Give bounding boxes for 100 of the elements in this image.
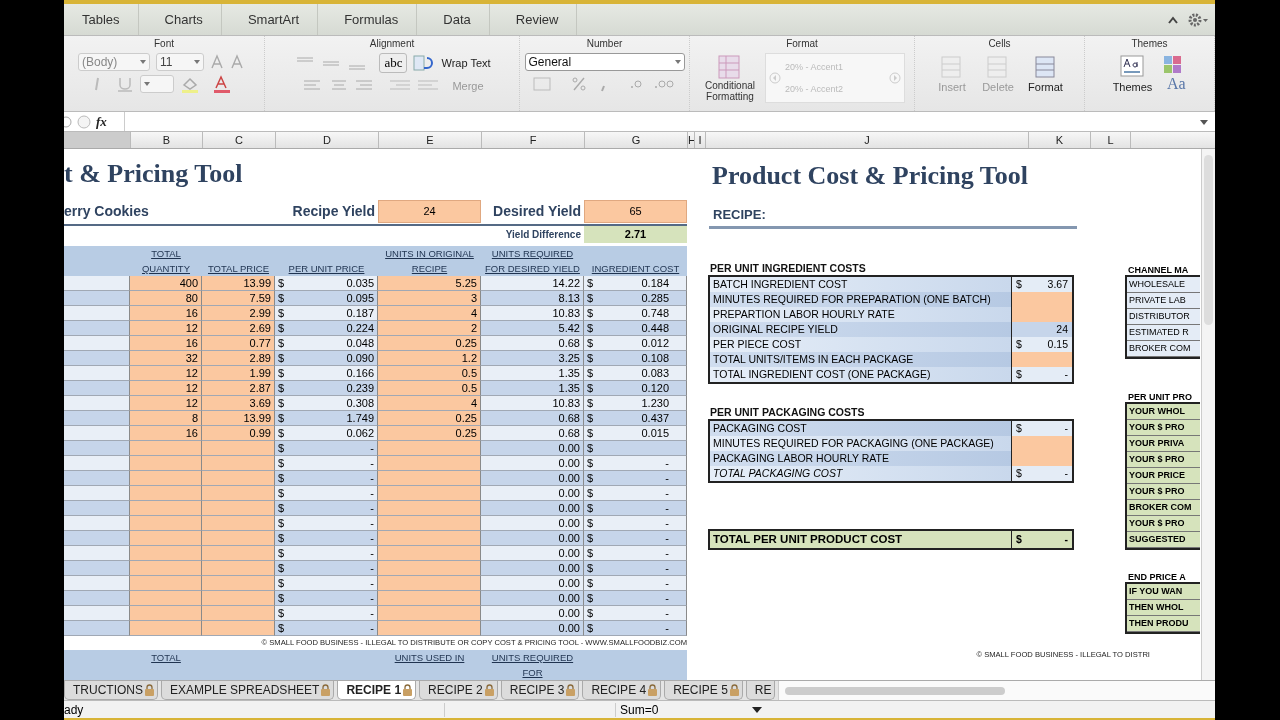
table-cell[interactable]: 5.25	[378, 276, 481, 291]
table-cell[interactable]: $ 0.448	[584, 321, 687, 336]
horizontal-scrollbar[interactable]	[777, 681, 1215, 700]
table-cell[interactable]: 0.68	[481, 411, 584, 426]
table-cell[interactable]	[64, 501, 130, 516]
table-cell[interactable]	[64, 411, 130, 426]
value-cell[interactable]: $ -	[1012, 531, 1072, 548]
table-cell[interactable]: $ 0.012	[584, 336, 687, 351]
table-cell[interactable]: 1.99	[202, 366, 275, 381]
column-header[interactable]	[64, 132, 131, 148]
table-cell[interactable]: 12	[130, 366, 202, 381]
italic-underline-icon[interactable]	[94, 76, 134, 92]
table-cell[interactable]	[64, 336, 130, 351]
settings-icon[interactable]	[1187, 11, 1209, 28]
table-cell[interactable]: 0.00	[481, 486, 584, 501]
column-header[interactable]: G	[585, 132, 688, 148]
table-cell[interactable]	[202, 516, 275, 531]
table-cell[interactable]	[64, 396, 130, 411]
table-cell[interactable]	[202, 456, 275, 471]
table-cell[interactable]: 3.25	[481, 351, 584, 366]
ribbon-tab[interactable]: Tables	[64, 4, 139, 35]
table-cell[interactable]: 0.00	[481, 546, 584, 561]
ribbon-tab[interactable]: Formulas	[326, 4, 418, 35]
table-cell[interactable]: $ -	[275, 531, 378, 546]
table-cell[interactable]: 0.00	[481, 591, 584, 606]
column-header[interactable]: C	[203, 132, 276, 148]
table-cell[interactable]: 10.83	[481, 396, 584, 411]
cells-button[interactable]: Format	[1024, 53, 1067, 93]
table-cell[interactable]: 0.68	[481, 426, 584, 441]
column-header[interactable]: I	[695, 132, 706, 148]
wrap-text-button[interactable]: Wrap Text	[441, 57, 491, 69]
vertical-scrollbar[interactable]	[1201, 149, 1215, 680]
table-cell[interactable]: 0.00	[481, 606, 584, 621]
borders-dropdown[interactable]	[140, 75, 174, 93]
table-cell[interactable]: 1.35	[481, 366, 584, 381]
table-cell[interactable]	[130, 621, 202, 636]
value-cell[interactable]: $ 3.67	[1012, 277, 1072, 292]
table-cell[interactable]: 0.68	[481, 336, 584, 351]
table-cell[interactable]: $ -	[584, 486, 687, 501]
table-cell[interactable]	[64, 471, 130, 486]
column-header[interactable]: K	[1029, 132, 1091, 148]
table-cell[interactable]: 2.89	[202, 351, 275, 366]
table-cell[interactable]: $ 0.120	[584, 381, 687, 396]
table-cell[interactable]	[130, 441, 202, 456]
table-cell[interactable]: $ -	[275, 516, 378, 531]
table-cell[interactable]: 12	[130, 381, 202, 396]
table-cell[interactable]: $ -	[584, 576, 687, 591]
table-cell[interactable]: 16	[130, 336, 202, 351]
table-cell[interactable]: 0.25	[378, 426, 481, 441]
table-cell[interactable]: 0.25	[378, 411, 481, 426]
table-cell[interactable]	[202, 621, 275, 636]
table-cell[interactable]	[64, 456, 130, 471]
table-cell[interactable]: $ -	[275, 621, 378, 636]
insert-function-button[interactable]: fx	[96, 113, 107, 130]
table-cell[interactable]	[64, 531, 130, 546]
table-cell[interactable]: 2.69	[202, 321, 275, 336]
table-cell[interactable]	[64, 486, 130, 501]
dropdown-caret-icon[interactable]	[750, 704, 764, 715]
sheet-tab[interactable]: RE	[745, 681, 775, 700]
conditional-formatting-button[interactable]: Conditional Formatting	[699, 54, 761, 102]
table-cell[interactable]: 0.00	[481, 531, 584, 546]
table-cell[interactable]: 0.00	[481, 456, 584, 471]
table-cell[interactable]	[64, 516, 130, 531]
column-header[interactable]: D	[276, 132, 379, 148]
table-cell[interactable]: $ -	[584, 456, 687, 471]
value-cell[interactable]: $ -	[1012, 367, 1072, 382]
table-cell[interactable]	[378, 501, 481, 516]
table-cell[interactable]: 3.69	[202, 396, 275, 411]
table-cell[interactable]: $ -	[584, 606, 687, 621]
value-cell[interactable]	[1012, 436, 1072, 451]
desired-yield-cell[interactable]: 65	[584, 199, 687, 223]
table-cell[interactable]	[378, 531, 481, 546]
table-cell[interactable]	[378, 471, 481, 486]
table-cell[interactable]: $ -	[275, 456, 378, 471]
table-cell[interactable]: 0.77	[202, 336, 275, 351]
table-cell[interactable]: $ -	[275, 606, 378, 621]
table-cell[interactable]	[130, 606, 202, 621]
table-cell[interactable]: $ -	[584, 501, 687, 516]
table-cell[interactable]	[64, 576, 130, 591]
table-cell[interactable]: $ -	[584, 621, 687, 636]
ribbon-tab[interactable]: Data	[425, 4, 490, 35]
font-size-dropdown[interactable]: 11	[156, 53, 204, 71]
table-cell[interactable]: 0.00	[481, 621, 584, 636]
table-cell[interactable]: 1.2	[378, 351, 481, 366]
table-cell[interactable]: 1.35	[481, 381, 584, 396]
table-cell[interactable]	[64, 621, 130, 636]
table-cell[interactable]	[64, 441, 130, 456]
table-cell[interactable]	[378, 486, 481, 501]
value-cell[interactable]	[1012, 451, 1072, 466]
table-cell[interactable]	[202, 501, 275, 516]
table-cell[interactable]: $ 0.748	[584, 306, 687, 321]
table-cell[interactable]: $ 0.035	[275, 276, 378, 291]
table-cell[interactable]: 0.00	[481, 576, 584, 591]
table-cell[interactable]: 14.22	[481, 276, 584, 291]
sheet-tab[interactable]: RECIPE 4	[582, 681, 662, 700]
table-cell[interactable]	[130, 531, 202, 546]
table-cell[interactable]: 0.00	[481, 471, 584, 486]
table-cell[interactable]: $ -	[584, 516, 687, 531]
sheet-tab[interactable]: TRUCTIONS	[64, 681, 158, 700]
sheet-tab[interactable]: RECIPE 5	[664, 681, 743, 700]
